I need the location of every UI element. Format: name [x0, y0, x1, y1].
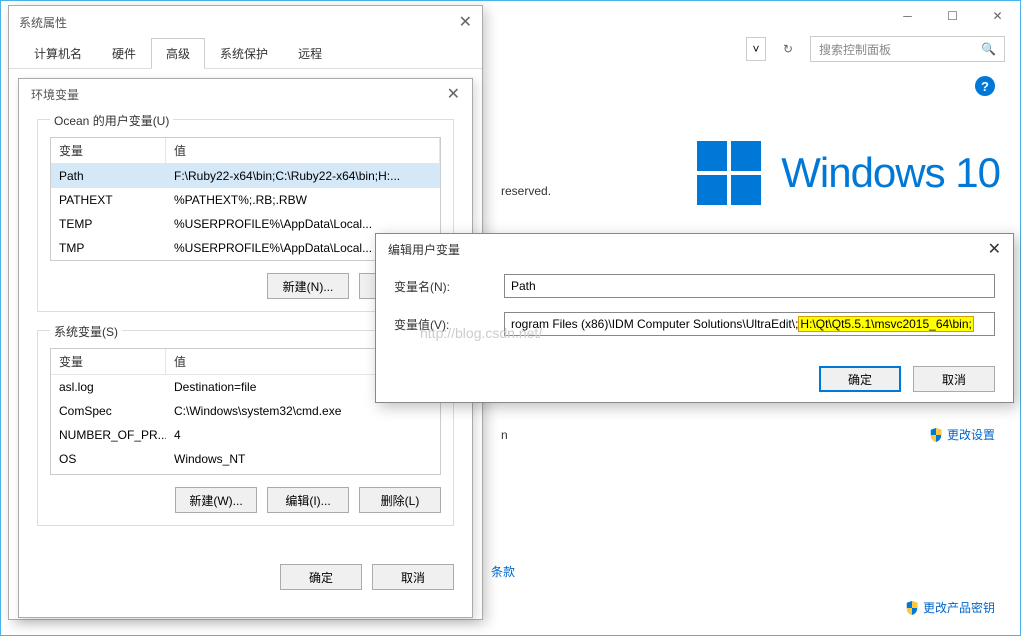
shield-icon — [905, 601, 919, 615]
new-user-button[interactable]: 新建(N)... — [267, 273, 349, 299]
windows-logo-text: Windows 10 — [781, 149, 1000, 197]
shield-icon — [929, 428, 943, 442]
windows-logo-area: Windows 10 — [697, 141, 1000, 205]
ok-button[interactable]: 确定 — [280, 564, 362, 590]
new-system-button[interactable]: 新建(W)... — [175, 487, 257, 513]
close-icon[interactable]: ✕ — [988, 239, 1001, 259]
table-row[interactable]: Path F:\Ruby22-x64\bin;C:\Ruby22-x64\bin… — [51, 164, 440, 188]
terms-link[interactable]: 条款 — [491, 563, 515, 580]
minimize-button[interactable]: ─ — [885, 2, 930, 30]
ok-button[interactable]: 确定 — [819, 366, 901, 392]
variable-name-label: 变量名(N): — [394, 278, 504, 295]
col-variable: 变量 — [51, 138, 166, 163]
table-header: 变量 值 — [51, 138, 440, 164]
col-variable: 变量 — [51, 349, 166, 374]
tab-hardware[interactable]: 硬件 — [97, 38, 151, 69]
cancel-button[interactable]: 取消 — [913, 366, 995, 392]
sysprops-tabs: 计算机名 硬件 高级 系统保护 远程 — [9, 38, 482, 69]
table-row[interactable]: OS Windows_NT — [51, 447, 440, 471]
close-button[interactable]: ✕ — [975, 2, 1020, 30]
name-row: 变量名(N): — [394, 274, 995, 298]
envvars-title-text: 环境变量 — [31, 86, 79, 103]
reserved-text: reserved. — [501, 184, 551, 198]
user-variables-label: Ocean 的用户变量(U) — [50, 112, 173, 129]
tab-computer-name[interactable]: 计算机名 — [19, 38, 97, 69]
table-row[interactable]: PATHEXT %PATHEXT%;.RB;.RBW — [51, 188, 440, 212]
tab-remote[interactable]: 远程 — [283, 38, 337, 69]
table-row[interactable]: NUMBER_OF_PR... 4 — [51, 423, 440, 447]
editvar-titlebar: 编辑用户变量 ✕ — [376, 234, 1013, 264]
edit-user-variable-dialog: 编辑用户变量 ✕ 变量名(N): 变量值(V): rogram Files (x… — [375, 233, 1014, 403]
variable-value-input[interactable]: rogram Files (x86)\IDM Computer Solution… — [504, 312, 995, 336]
variable-value-label: 变量值(V): — [394, 316, 504, 333]
bg-toolbar: ˅ ↻ 搜索控制面板 🔍 — [746, 36, 1005, 62]
variable-name-input[interactable] — [504, 274, 995, 298]
cancel-button[interactable]: 取消 — [372, 564, 454, 590]
tab-system-protection[interactable]: 系统保护 — [205, 38, 283, 69]
editvar-body: 变量名(N): 变量值(V): rogram Files (x86)\IDM C… — [376, 264, 1013, 360]
envvars-titlebar: 环境变量 ✕ — [19, 79, 472, 109]
dialog-buttons: 确定 取消 — [19, 554, 472, 600]
change-settings-link[interactable]: 更改设置 — [929, 426, 995, 443]
table-row[interactable]: Path C:\Program Files\Broadcom\Broadcom.… — [51, 471, 440, 475]
maximize-button[interactable]: ☐ — [930, 2, 975, 30]
close-icon[interactable]: ✕ — [447, 84, 460, 104]
editvar-buttons: 确定 取消 — [376, 360, 1013, 398]
tab-advanced[interactable]: 高级 — [151, 38, 205, 69]
sysprops-titlebar: 系统属性 ✕ — [9, 6, 482, 38]
highlighted-path: H:\Qt\Qt5.5.1\msvc2015_64\bin; — [798, 316, 973, 332]
col-value: 值 — [166, 138, 440, 163]
system-buttons: 新建(W)... 编辑(I)... 删除(L) — [50, 487, 441, 513]
value-row: 变量值(V): rogram Files (x86)\IDM Computer … — [394, 312, 995, 336]
search-icon: 🔍 — [981, 42, 996, 56]
editvar-title-text: 编辑用户变量 — [388, 241, 460, 258]
edit-system-button[interactable]: 编辑(I)... — [267, 487, 349, 513]
change-product-key-link[interactable]: 更改产品密钥 — [905, 599, 995, 616]
search-placeholder: 搜索控制面板 — [819, 41, 891, 58]
refresh-icon[interactable]: ↻ — [776, 37, 800, 61]
search-input[interactable]: 搜索控制面板 🔍 — [810, 36, 1005, 62]
windows-logo-icon — [697, 141, 761, 205]
delete-system-button[interactable]: 删除(L) — [359, 487, 441, 513]
path-dropdown[interactable]: ˅ — [746, 37, 766, 61]
sysprops-title-text: 系统属性 — [19, 14, 67, 31]
close-icon[interactable]: ✕ — [459, 12, 472, 32]
system-variables-label: 系统变量(S) — [50, 323, 122, 340]
help-icon[interactable]: ? — [975, 76, 995, 96]
partial-text: n — [501, 428, 508, 442]
